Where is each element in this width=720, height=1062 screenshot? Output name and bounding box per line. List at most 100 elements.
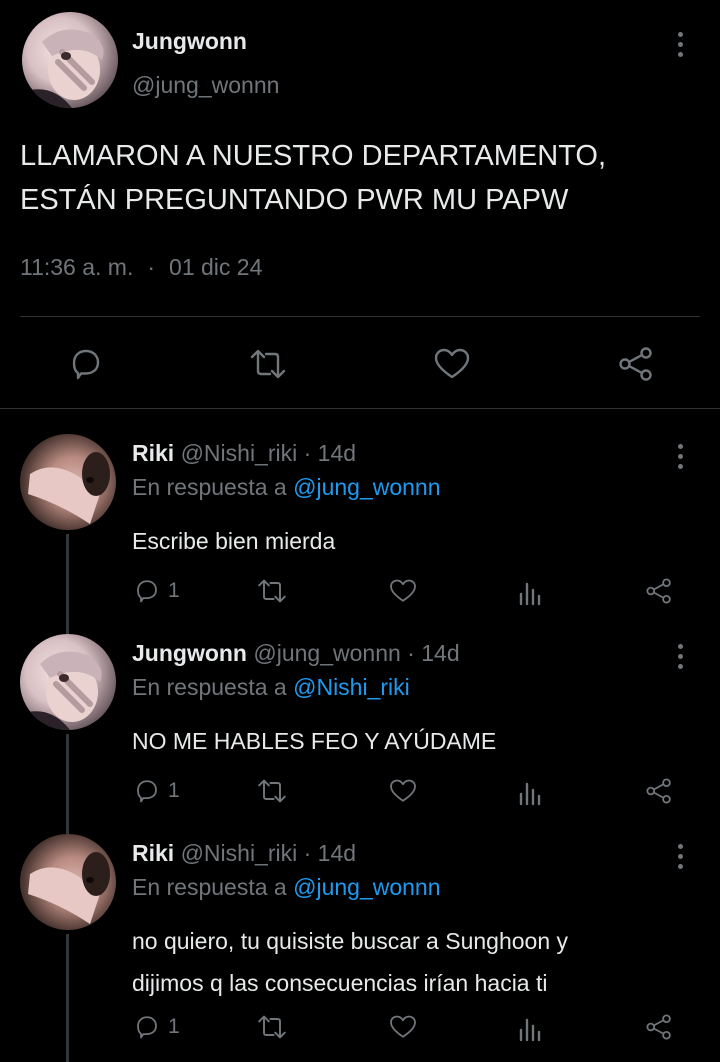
reply-header: Jungwonn @jung_wonnn · 14d [132, 640, 460, 667]
avatar[interactable] [20, 434, 116, 530]
share-button[interactable] [616, 344, 656, 384]
author-handle[interactable]: @Nishi_riki [181, 440, 298, 466]
retweet-button[interactable] [256, 774, 288, 808]
main-tweet: Jungwonn @jung_wonnn LLAMARON A NUESTRO … [0, 0, 720, 408]
avatar-photo [28, 452, 110, 524]
reply-text-line: dijimos q las consecuencias irían hacia … [132, 970, 548, 996]
avatar[interactable] [22, 12, 118, 108]
share-button[interactable] [644, 1010, 674, 1044]
like-button[interactable] [432, 344, 472, 384]
views-icon [519, 782, 541, 806]
more-icon[interactable] [676, 644, 684, 669]
retweet-icon [258, 1015, 286, 1039]
avatar[interactable] [20, 634, 116, 730]
reply-age: 14d [421, 640, 460, 666]
like-icon [390, 779, 416, 802]
reply-prefix: En respuesta a [132, 874, 287, 900]
like-icon [390, 579, 416, 602]
divider [0, 408, 720, 409]
meta-separator: · [407, 640, 415, 666]
like-button[interactable] [388, 1010, 418, 1044]
retweet-icon [258, 779, 286, 803]
reply-age: 14d [317, 840, 357, 866]
mention-link[interactable]: @Nishi_riki [293, 674, 410, 700]
tweet-time: 11:36 a. m. [20, 254, 134, 280]
like-icon [434, 348, 470, 379]
mention-link[interactable]: @jung_wonnn [293, 474, 440, 500]
reply-button[interactable] [66, 344, 106, 384]
replying-to: En respuesta a @jung_wonnn [132, 874, 441, 901]
reply-button[interactable]: 1 [132, 1010, 180, 1044]
author-handle[interactable]: @jung_wonnn [253, 640, 400, 666]
retweet-button[interactable] [248, 344, 288, 384]
author-handle[interactable]: @Nishi_riki [181, 840, 298, 866]
reply-header: Riki @Nishi_riki · 14d [132, 840, 356, 867]
reply-actions: 1 [0, 1010, 720, 1050]
reply-text-line: NO ME HABLES FEO Y AYÚDAME [132, 728, 497, 754]
tweet-text: LLAMARON A NUESTRO DEPARTAMENTO, ESTÁN P… [20, 134, 700, 222]
reply-prefix: En respuesta a [132, 674, 287, 700]
reply-text: NO ME HABLES FEO Y AYÚDAME [132, 720, 692, 762]
mention-link[interactable]: @jung_wonnn [293, 874, 440, 900]
divider [20, 316, 700, 317]
retweet-icon [250, 349, 286, 379]
reply-text-line: no quiero, tu quisiste buscar a Sunghoon… [132, 928, 569, 954]
reply-actions: 1 [0, 574, 720, 614]
retweet-icon [258, 579, 286, 603]
author-handle[interactable]: @jung_wonnn [132, 72, 279, 99]
more-icon[interactable] [676, 32, 684, 57]
reply-tweet[interactable]: Riki @Nishi_riki · 14d En respuesta a @j… [0, 834, 720, 1062]
views-button[interactable] [518, 774, 544, 808]
reply-tweet[interactable]: Jungwonn @jung_wonnn · 14d En respuesta … [0, 634, 720, 824]
tweet-text-line: LLAMARON A NUESTRO DEPARTAMENTO, [20, 140, 607, 172]
meta-separator: · [303, 840, 312, 866]
reply-count: 1 [168, 1015, 180, 1038]
share-icon [646, 578, 671, 604]
like-button[interactable] [388, 574, 418, 608]
reply-icon [137, 580, 157, 603]
author-name[interactable]: Riki [132, 840, 174, 866]
avatar-photo [20, 651, 102, 730]
reply-icon [72, 349, 100, 380]
share-icon [619, 347, 652, 381]
reply-age: 14d [317, 440, 357, 466]
reply-text-line: Escribe bien mierda [132, 528, 336, 554]
views-button[interactable] [518, 1010, 544, 1044]
reply-actions: 1 [0, 774, 720, 814]
tweet-actions [0, 336, 720, 392]
reply-icon [137, 1016, 157, 1039]
like-button[interactable] [388, 774, 418, 808]
author-name[interactable]: Jungwonn [132, 28, 247, 55]
reply-tweet[interactable]: Riki @Nishi_riki · 14d En respuesta a @j… [0, 434, 720, 624]
views-icon [519, 1018, 541, 1042]
tweet-text-line: ESTÁN PREGUNTANDO PWR MU PAPW [20, 184, 569, 216]
reply-text: Escribe bien mierda [132, 520, 692, 562]
share-button[interactable] [644, 574, 674, 608]
author-name[interactable]: Riki [132, 440, 174, 466]
tweet-timestamp[interactable]: 11:36 a. m. · 01 dic 24 [20, 254, 262, 281]
views-icon [519, 582, 541, 606]
replying-to: En respuesta a @Nishi_riki [132, 674, 410, 701]
reply-button[interactable]: 1 [132, 574, 180, 608]
meta-separator: · [303, 440, 312, 466]
retweet-button[interactable] [256, 574, 288, 608]
reply-count: 1 [168, 779, 180, 802]
reply-text: no quiero, tu quisiste buscar a Sunghoon… [132, 920, 692, 1004]
like-icon [390, 1015, 416, 1038]
replying-to: En respuesta a @jung_wonnn [132, 474, 441, 501]
more-icon[interactable] [676, 444, 684, 469]
reply-icon [137, 780, 157, 803]
views-button[interactable] [518, 574, 544, 608]
avatar-photo [28, 852, 110, 924]
meta-separator: · [147, 254, 156, 280]
reply-prefix: En respuesta a [132, 474, 287, 500]
author-name[interactable]: Jungwonn [132, 640, 247, 666]
retweet-button[interactable] [256, 1010, 288, 1044]
reply-button[interactable]: 1 [132, 774, 180, 808]
avatar[interactable] [20, 834, 116, 930]
share-icon [646, 778, 671, 804]
share-icon [646, 1014, 671, 1040]
tweet-date: 01 dic 24 [169, 254, 263, 280]
share-button[interactable] [644, 774, 674, 808]
more-icon[interactable] [676, 844, 684, 869]
